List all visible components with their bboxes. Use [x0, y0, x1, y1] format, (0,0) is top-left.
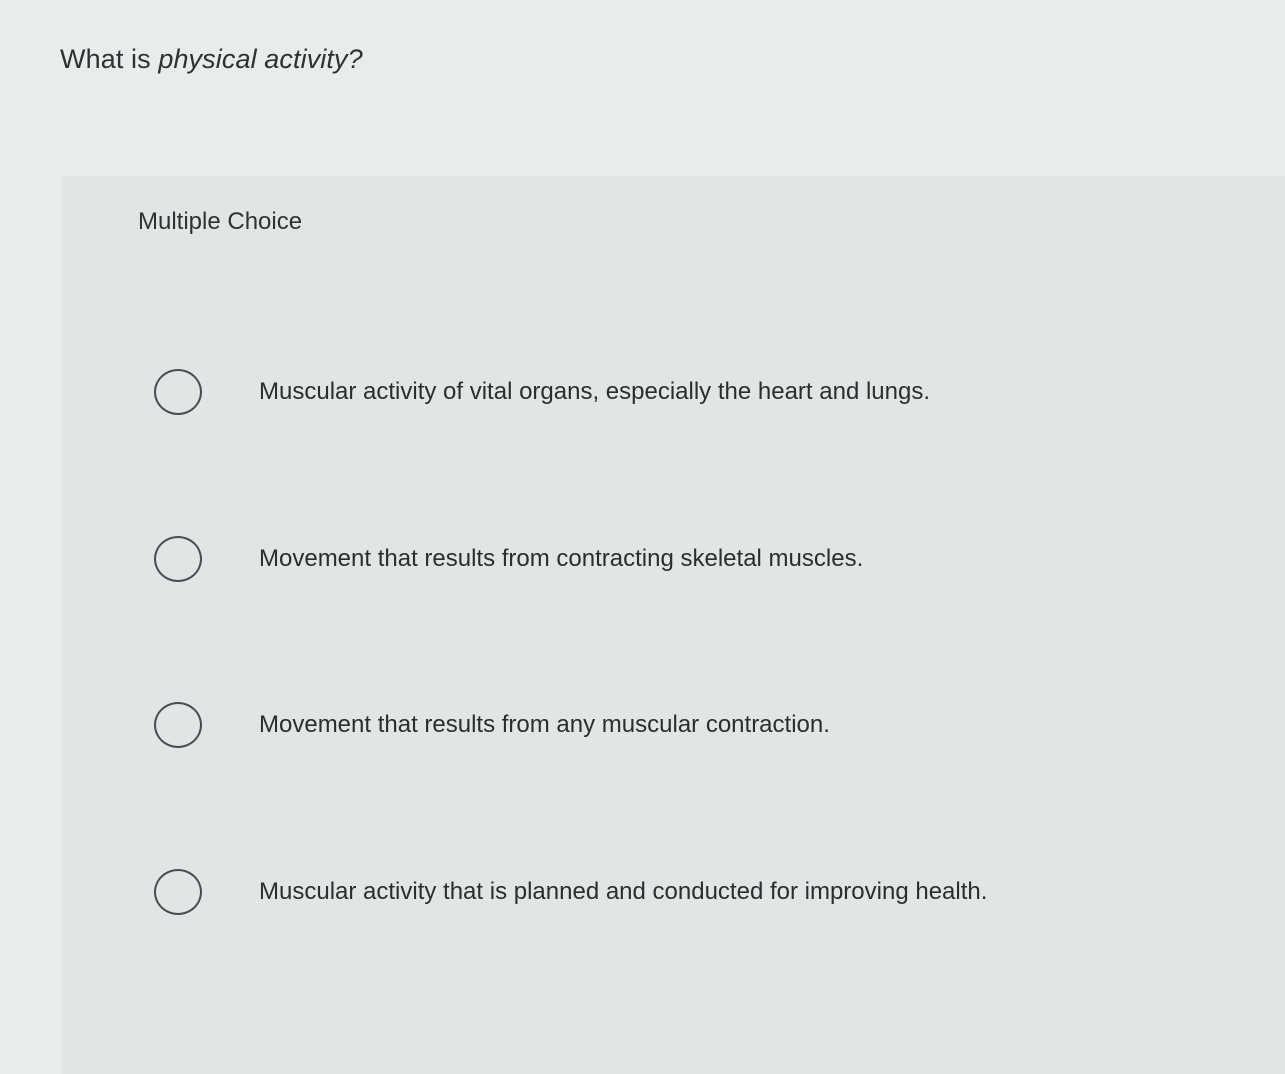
- radio-button-icon[interactable]: [154, 369, 202, 415]
- question-text: What is physical activity?: [60, 44, 363, 75]
- option-label: Movement that results from contracting s…: [259, 545, 864, 572]
- answer-option-1[interactable]: Muscular activity of vital organs, espec…: [154, 366, 930, 418]
- answer-option-3[interactable]: Movement that results from any muscular …: [154, 699, 830, 751]
- question-emphasis: physical activity?: [158, 44, 363, 74]
- option-label: Muscular activity that is planned and co…: [259, 878, 988, 905]
- answer-option-4[interactable]: Muscular activity that is planned and co…: [154, 866, 987, 918]
- radio-button-icon[interactable]: [154, 702, 202, 748]
- section-label: Multiple Choice: [138, 208, 303, 235]
- option-label: Movement that results from any muscular …: [259, 711, 830, 738]
- question-prefix: What is: [60, 44, 159, 74]
- radio-button-icon[interactable]: [154, 869, 202, 915]
- answer-panel: [62, 176, 1285, 1074]
- radio-button-icon[interactable]: [154, 536, 202, 582]
- answer-option-2[interactable]: Movement that results from contracting s…: [154, 533, 863, 585]
- option-label: Muscular activity of vital organs, espec…: [259, 378, 931, 405]
